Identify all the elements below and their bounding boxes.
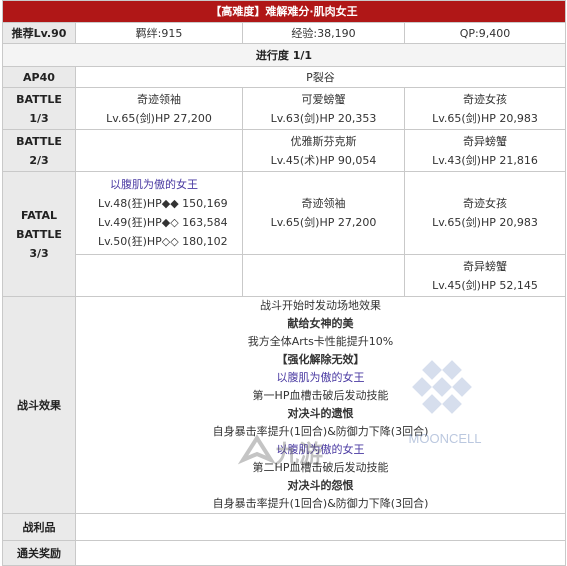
battle-3-label-line-1: FATAL <box>20 208 58 222</box>
battle-3-enemy-3: 奇异螃蟹 Lv.45(剑)HP 52,145 <box>404 254 566 297</box>
boss-hp-line-3: Lv.50(狂)HP◇◇ 180,102 <box>98 235 228 248</box>
field-effect-name: 献给女神的美 <box>287 317 354 330</box>
enemy-stats: Lv.63(剑)HP 20,353 <box>270 111 377 125</box>
battle-1-label: BATTLE 1/3 <box>2 87 76 130</box>
boss-name-link[interactable]: 以腹肌为傲的女王 <box>77 441 565 459</box>
recommend-level: 推荐Lv.90 <box>2 22 76 44</box>
effect-line-5: 以腹肌为傲的女王 第二HP血槽击破后发动技能 对决斗的怨恨 <box>77 441 565 495</box>
enemy-name: 奇异螃蟹 <box>463 134 507 148</box>
enemy-stats: Lv.65(剑)HP 20,983 <box>432 216 538 229</box>
enemy-stats: Lv.43(剑)HP 21,816 <box>432 153 538 167</box>
enemy-stats: Lv.65(剑)HP 27,200 <box>106 111 212 125</box>
effect-text: 战斗开始时发动场地效果 <box>260 299 381 312</box>
boss-hp-line-2: Lv.49(狂)HP◆◇ 163,584 <box>98 216 228 229</box>
drops-label: 战利品 <box>2 513 76 541</box>
enemy-name: 奇异螃蟹 <box>463 259 507 273</box>
quest-title: 【高难度】难解难分·肌肉女王 <box>2 0 566 23</box>
enemy-name: 奇迹女孩 <box>463 92 507 106</box>
battle-3-enemy-1: 奇迹领袖 Lv.65(剑)HP 27,200 <box>242 171 405 255</box>
enemy-name: 优雅斯芬克斯 <box>290 134 357 148</box>
progress-header: 进行度 1/1 <box>2 43 566 67</box>
skill-name: 对决斗的怨恨 <box>287 479 354 492</box>
battle-1-enemy-1: 奇迹领袖 Lv.65(剑)HP 27,200 <box>75 87 243 130</box>
enemy-stats: Lv.45(剑)HP 52,145 <box>432 278 538 292</box>
battle-2-enemy-1: 优雅斯芬克斯 Lv.45(术)HP 90,054 <box>242 129 405 172</box>
battle-effects: 战斗开始时发动场地效果 献给女神的美 我方全体Arts卡性能提升10% 【强化解除无… <box>75 296 566 514</box>
clear-reward-label: 通关奖励 <box>2 540 76 566</box>
battle-1-enemy-2: 可爱螃蟹 Lv.63(剑)HP 20,353 <box>242 87 405 130</box>
effect-note: 【强化解除无效】 <box>276 353 365 366</box>
enemy-stats: Lv.65(剑)HP 20,983 <box>432 111 538 125</box>
effect-line-2: 我方全体Arts卡性能提升10% 【强化解除无效】 <box>77 333 565 369</box>
enemy-name: 奇迹女孩 <box>463 197 507 210</box>
boss-enemy: 以腹肌为傲的女王 Lv.48(狂)HP◆◆ 150,169 Lv.49(狂)HP… <box>75 171 243 255</box>
enemy-name: 奇迹领袖 <box>137 92 181 106</box>
quest-location: P裂谷 <box>75 66 566 88</box>
qp-value: QP:9,400 <box>404 22 566 44</box>
effect-line-6: 自身暴击率提升(1回合)&防御力下降(3回合) <box>212 497 429 510</box>
enemy-stats: Lv.65(剑)HP 27,200 <box>270 216 377 229</box>
boss-name-link[interactable]: 以腹肌为傲的女王 <box>98 175 242 194</box>
battle-2-label: BATTLE 2/3 <box>2 129 76 172</box>
exp-value: 经验:38,190 <box>242 22 405 44</box>
battle-2-enemy-2: 奇异螃蟹 Lv.43(剑)HP 21,816 <box>404 129 566 172</box>
drops-content <box>75 513 566 541</box>
effect-text: 第一HP血槽击破后发动技能 <box>252 389 389 402</box>
effect-text: 第二HP血槽击破后发动技能 <box>252 461 389 474</box>
clear-reward-content <box>75 540 566 566</box>
battle-1-label-line-1: BATTLE <box>16 92 62 106</box>
effect-line-1: 战斗开始时发动场地效果 献给女神的美 <box>77 298 565 334</box>
battle-3-empty-slot-1 <box>75 254 243 297</box>
effects-label: 战斗效果 <box>2 296 76 514</box>
enemy-name: 奇迹领袖 <box>301 197 346 210</box>
battle-3-label-line-2: BATTLE <box>16 227 62 241</box>
enemy-name: 可爱螃蟹 <box>301 92 346 106</box>
enemy-stats: Lv.45(术)HP 90,054 <box>270 153 377 167</box>
battle-3-label: FATAL BATTLE 3/3 <box>2 171 76 297</box>
battle-1-label-line-2: 1/3 <box>29 111 49 125</box>
bond-value: 羁绊:915 <box>75 22 243 44</box>
battle-3-label-line-3: 3/3 <box>29 246 49 260</box>
battle-3-empty-slot-2 <box>242 254 405 297</box>
battle-3-enemy-2: 奇迹女孩 Lv.65(剑)HP 20,983 <box>404 171 566 255</box>
battle-2-label-line-2: 2/3 <box>29 153 49 167</box>
boss-name-link[interactable]: 以腹肌为傲的女王 <box>77 369 565 387</box>
skill-name: 对决斗的遗恨 <box>287 407 354 420</box>
ap-cost: AP40 <box>2 66 76 88</box>
battle-2-empty-slot <box>75 129 243 172</box>
battle-1-enemy-3: 奇迹女孩 Lv.65(剑)HP 20,983 <box>404 87 566 130</box>
effect-line-4: 自身暴击率提升(1回合)&防御力下降(3回合) <box>212 425 429 438</box>
quest-table: 【高难度】难解难分·肌肉女王 推荐Lv.90 羁绊:915 经验:38,190 … <box>2 0 566 566</box>
effect-text: 我方全体Arts卡性能提升10% <box>247 335 394 348</box>
battle-2-label-line-1: BATTLE <box>16 134 62 148</box>
effect-line-3: 以腹肌为傲的女王 第一HP血槽击破后发动技能 对决斗的遗恨 <box>77 369 565 423</box>
boss-hp-line-1: Lv.48(狂)HP◆◆ 150,169 <box>98 197 228 210</box>
